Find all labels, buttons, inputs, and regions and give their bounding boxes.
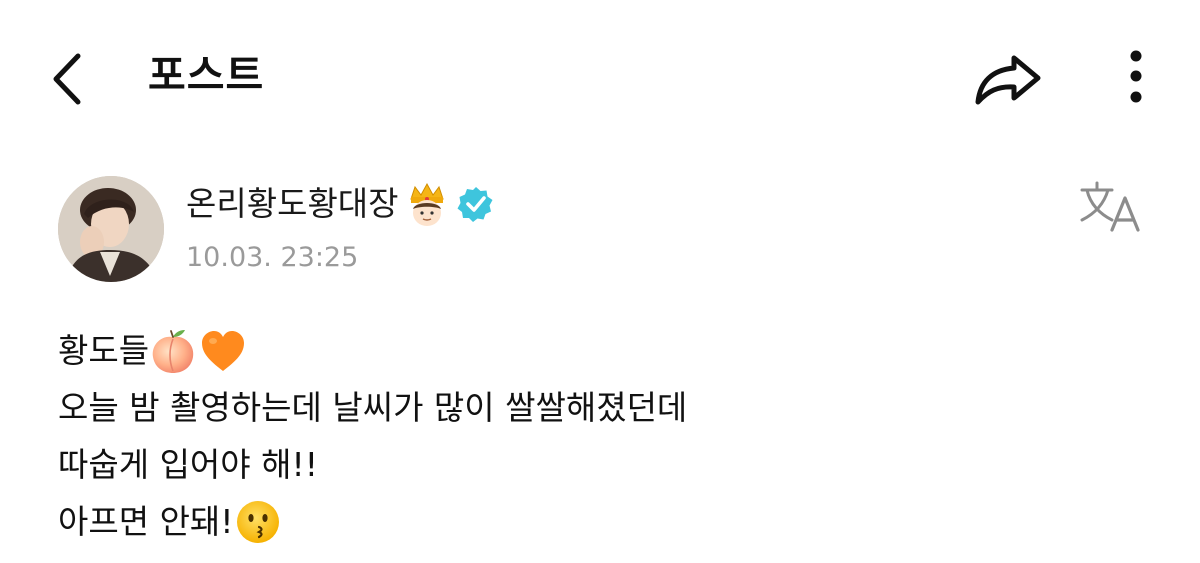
author-avatar[interactable] <box>58 176 164 282</box>
post-line: 따숩게 입어야 해!! <box>58 436 1158 493</box>
share-arrow-icon <box>975 55 1041 105</box>
post-line-text: 황도들 <box>58 331 150 370</box>
peach-emoji <box>152 329 194 373</box>
verified-check-icon <box>457 187 493 222</box>
back-button[interactable] <box>44 48 92 110</box>
post-line: 오늘 밤 촬영하는데 날씨가 많이 쌀쌀해졌던데 <box>58 379 1158 436</box>
author-row: 온리황도황대장 <box>186 180 495 228</box>
author-name[interactable]: 온리황도황대장 <box>186 182 399 226</box>
avatar-image <box>58 176 164 282</box>
more-options-button[interactable] <box>1116 46 1156 110</box>
crown-king-emoji <box>409 182 444 226</box>
post-line: 황도들 <box>58 322 1158 379</box>
chevron-left-icon <box>53 53 81 105</box>
translate-button[interactable] <box>1078 180 1144 236</box>
post-line: 아프면 안돼! <box>58 493 1158 550</box>
top-app-bar: 포스트 <box>0 0 1200 150</box>
translate-icon <box>1080 181 1140 232</box>
vertical-dots-icon <box>1130 50 1142 103</box>
post-timestamp: 10.03. 23:25 <box>186 242 359 273</box>
post-body: 황도들 오늘 밤 촬영하는데 날씨가 많이 쌀쌀해졌던데 따숩게 입어야 해!!… <box>58 322 1158 550</box>
post-line-text: 아프면 안돼! <box>58 502 234 541</box>
post-line-text: 따숩게 입어야 해!! <box>58 445 318 484</box>
page-title: 포스트 <box>148 51 265 99</box>
kissing-face-emoji <box>236 500 279 543</box>
post-line-text: 오늘 밤 촬영하는데 날씨가 많이 쌀쌀해졌던데 <box>58 388 688 427</box>
share-button[interactable] <box>968 46 1048 110</box>
orange-heart-emoji <box>202 330 245 371</box>
